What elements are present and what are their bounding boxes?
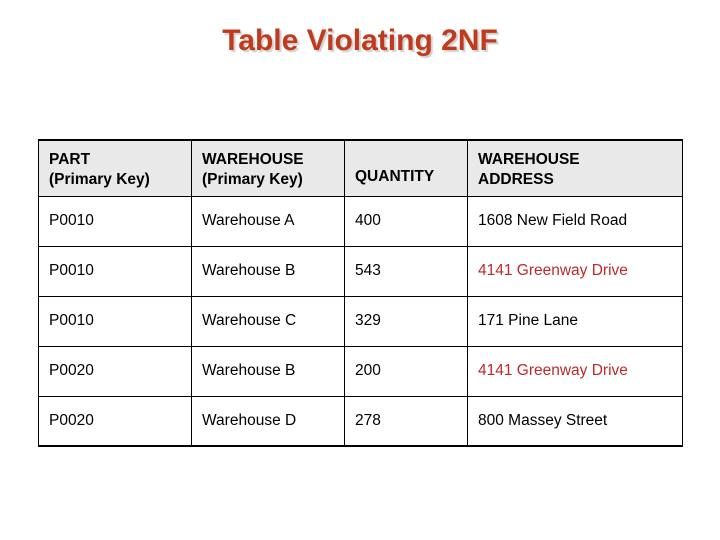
table-header-row: PART (Primary Key) WAREHOUSE (Primary Ke… [38, 139, 683, 197]
table-row: P0010 Warehouse B 543 4141 Greenway Driv… [38, 245, 683, 297]
table-row: P0020 Warehouse D 278 800 Massey Street [38, 395, 683, 447]
cell-quantity: 278 [344, 395, 468, 447]
table-row: P0020 Warehouse B 200 4141 Greenway Driv… [38, 345, 683, 397]
cell-part: P0020 [38, 395, 192, 447]
page-title: Table Violating 2NF [222, 24, 498, 57]
cell-quantity: 329 [344, 295, 468, 347]
column-header-quantity-line1: QUANTITY [355, 167, 435, 185]
table-body: P0010 Warehouse A 400 1608 New Field Roa… [38, 195, 683, 447]
cell-quantity: 400 [344, 195, 468, 247]
column-header-part-line1: PART [49, 151, 91, 168]
cell-warehouse: Warehouse B [191, 345, 345, 397]
cell-warehouse: Warehouse B [191, 245, 345, 297]
column-header-warehouse: WAREHOUSE (Primary Key) [191, 139, 345, 197]
table-row: P0010 Warehouse A 400 1608 New Field Roa… [38, 195, 683, 247]
cell-warehouse: Warehouse C [191, 295, 345, 347]
cell-part: P0020 [38, 345, 192, 397]
column-header-warehouse-line2: (Primary Key) [202, 170, 303, 188]
column-header-address-line2: ADDRESS [478, 170, 554, 188]
cell-warehouse: Warehouse D [191, 395, 345, 447]
violating-2nf-table: PART (Primary Key) WAREHOUSE (Primary Ke… [38, 139, 683, 447]
column-header-warehouse-address: WAREHOUSE ADDRESS [467, 139, 683, 197]
cell-warehouse-address: 4141 Greenway Drive [467, 345, 683, 397]
cell-warehouse-address: 800 Massey Street [467, 395, 683, 447]
cell-warehouse-address: 4141 Greenway Drive [467, 245, 683, 297]
column-header-warehouse-line1: WAREHOUSE [202, 151, 304, 168]
cell-part: P0010 [38, 295, 192, 347]
table-header: PART (Primary Key) WAREHOUSE (Primary Ke… [38, 139, 683, 197]
column-header-part-line2: (Primary Key) [49, 170, 150, 188]
table-container: PART (Primary Key) WAREHOUSE (Primary Ke… [38, 139, 683, 447]
column-header-address-line1: WAREHOUSE [478, 151, 580, 168]
cell-part: P0010 [38, 245, 192, 297]
table-row: P0010 Warehouse C 329 171 Pine Lane [38, 295, 683, 347]
column-header-quantity: QUANTITY [344, 139, 468, 197]
cell-warehouse-address: 1608 New Field Road [467, 195, 683, 247]
cell-warehouse: Warehouse A [191, 195, 345, 247]
cell-quantity: 200 [344, 345, 468, 397]
cell-quantity: 543 [344, 245, 468, 297]
cell-warehouse-address: 171 Pine Lane [467, 295, 683, 347]
cell-part: P0010 [38, 195, 192, 247]
column-header-part: PART (Primary Key) [38, 139, 192, 197]
